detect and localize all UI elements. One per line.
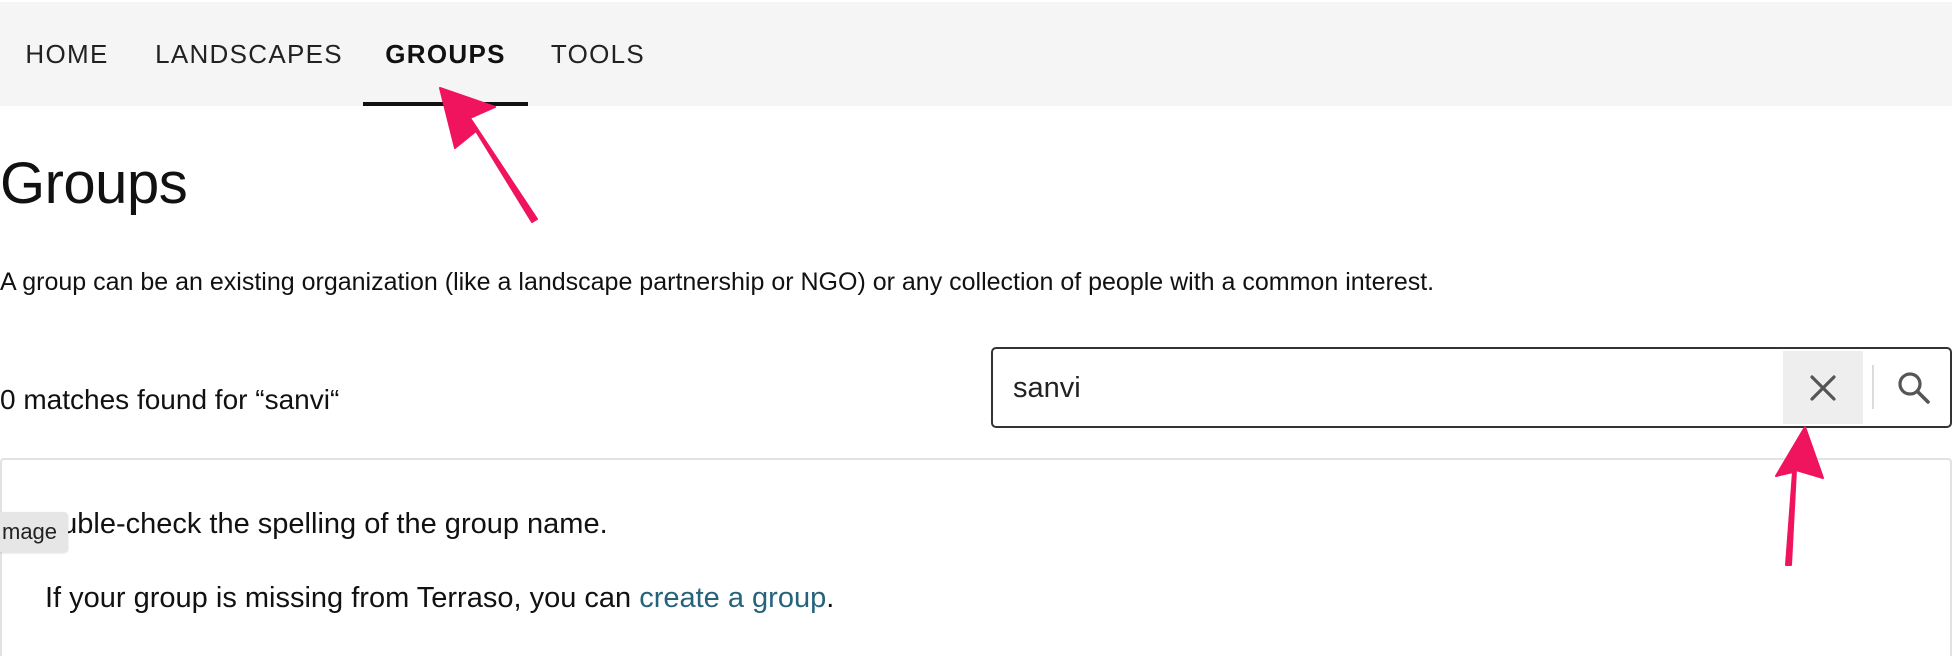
clear-search-button[interactable]	[1783, 351, 1863, 424]
close-icon	[1810, 374, 1836, 401]
spelling-hint: ouble-check the spelling of the group na…	[45, 508, 608, 540]
page-title: Groups	[0, 151, 188, 216]
search-divider	[1872, 365, 1874, 409]
missing-group-text: If your group is missing from Terraso, y…	[45, 582, 834, 615]
search-button[interactable]	[1877, 351, 1951, 424]
nav-home[interactable]: HOME	[0, 2, 134, 106]
missing-suffix: .	[826, 582, 835, 614]
search-box	[991, 347, 1952, 428]
arrow-to-groups-tab	[439, 87, 538, 223]
results-panel	[0, 458, 1952, 656]
top-navigation: HOME LANDSCAPES GROUPS TOOLS	[0, 2, 1952, 106]
create-group-link[interactable]: create a group	[639, 582, 826, 614]
search-input[interactable]	[1013, 361, 1773, 415]
nav-landscapes[interactable]: LANDSCAPES	[134, 2, 364, 106]
image-tooltip: mage	[0, 512, 68, 552]
active-tab-indicator	[363, 102, 528, 106]
match-count: 0 matches found for “sanvi“	[0, 384, 340, 415]
page-description: A group can be an existing organization …	[0, 268, 1435, 296]
missing-prefix: If your group is missing from Terraso, y…	[45, 582, 640, 614]
nav-tools[interactable]: TOOLS	[528, 2, 668, 106]
search-icon	[1898, 371, 1930, 404]
nav-groups[interactable]: GROUPS	[363, 2, 528, 106]
